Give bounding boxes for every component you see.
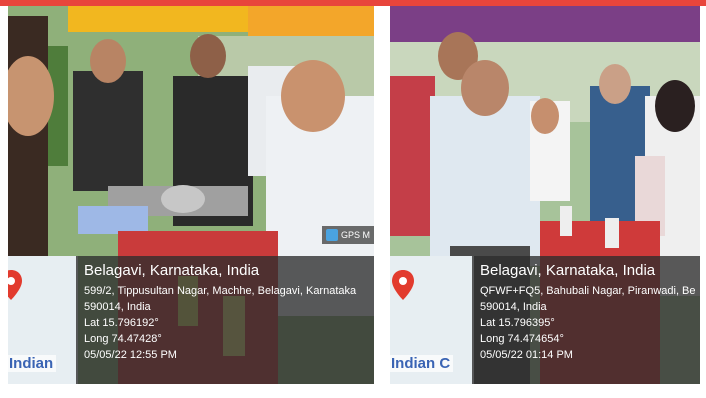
gps-camera-icon (325, 229, 338, 241)
place-name: Belagavi, Karnataka, India (480, 262, 656, 279)
right-map-thumbnail: Indian C (390, 256, 474, 384)
map-brand-label: Indian (8, 355, 57, 372)
latitude: Lat 15.796395° (480, 317, 555, 329)
timestamp: 05/05/22 01:14 PM (480, 349, 573, 361)
map-brand-label: Indian C (390, 355, 454, 372)
gps-tag-label: GPS M (340, 230, 370, 240)
address-line-2: 590014, India (84, 301, 151, 313)
map-pin-icon (392, 270, 414, 300)
left-map-thumbnail: Indian (8, 256, 78, 384)
map-pin-icon (8, 270, 22, 300)
right-location-overlay: Belagavi, Karnataka, India QFWF+FQ5, Bah… (472, 256, 700, 384)
right-photo: Indian C Belagavi, Karnataka, India QFWF… (390, 6, 700, 384)
address-line-2: 590014, India (480, 301, 547, 313)
address-line-1: QFWF+FQ5, Bahubali Nagar, Piranwadi, Be (480, 285, 696, 297)
address-line-1: 599/2, Tippusultan Nagar, Machhe, Belaga… (84, 285, 357, 297)
longitude: Long 74.47428° (84, 333, 162, 345)
latitude: Lat 15.796192° (84, 317, 159, 329)
gps-camera-tag: GPS M (321, 226, 374, 244)
left-photo: Indian GPS M Belagavi, Karnataka, India … (8, 6, 374, 384)
left-location-overlay: Belagavi, Karnataka, India 599/2, Tippus… (76, 256, 374, 384)
longitude: Long 74.474654° (480, 333, 564, 345)
timestamp: 05/05/22 12:55 PM (84, 349, 177, 361)
place-name: Belagavi, Karnataka, India (84, 262, 260, 279)
